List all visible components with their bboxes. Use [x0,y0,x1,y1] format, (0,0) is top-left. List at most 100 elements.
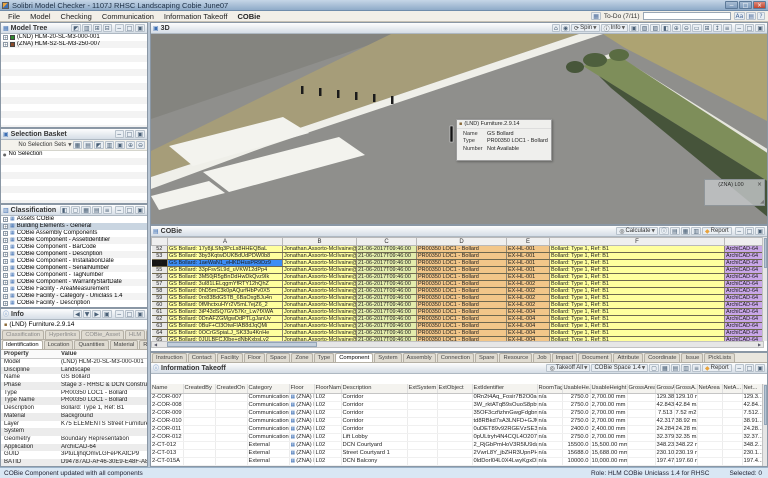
takeoff-column-header[interactable]: GrossArea [655,384,674,393]
cobie-column-header[interactable]: A [168,238,283,246]
collapse-all-icon[interactable]: ⊟ [103,24,112,32]
table-row[interactable]: 57GS Bollard: 3uI81LELqgmYfRTY12hQhZJona… [152,281,765,288]
cobie-cell[interactable]: 21-06-2017T09:46:00 [357,281,417,288]
table-row[interactable]: 2-CT-015AExternal▦(ZNA) L02L02DCN Balcon… [151,457,764,465]
cobie-cell[interactable]: Jonathan.Assorto-McIlvaine@hlma... [283,302,357,309]
cobie-cell[interactable]: EX-HL-002 [507,295,550,302]
list-item[interactable]: ●No Selection [1,151,147,158]
expander-icon[interactable]: + [3,273,8,278]
panel-minimize-button[interactable]: − [735,24,744,32]
panel-minimize-button[interactable]: − [735,364,744,372]
cobie-cell[interactable]: Bollard: Type 1, Ref: B1 [550,260,725,267]
cobie-cell[interactable]: ArchiCAD-64 [725,253,765,260]
menu-item-communication[interactable]: Communication [97,12,159,21]
tab-assembly[interactable]: Assembly [403,353,436,362]
cobie-cell[interactable]: EX-HL-004 [507,316,550,323]
cobie-cell[interactable]: Bollard: Type 1, Ref: B1 [550,330,725,337]
table-row[interactable]: 2-COR-012Communication▦(ZNA) L02L02Lift … [151,433,764,441]
takeoff-column-header[interactable]: NetArea [697,384,722,393]
zoom-in-icon[interactable]: ⊕ [672,24,681,32]
table-row[interactable]: 2-CT-015BExternal▦(ZNA) L02L02DCN Therap… [151,465,764,466]
next-icon[interactable]: ▶ [92,310,101,318]
panel-float-button[interactable]: ▣ [755,364,765,372]
cobie-cell[interactable]: ArchiCAD-64 [725,260,765,267]
expander-icon[interactable]: + [3,287,8,292]
save-icon[interactable]: ▤ [92,206,102,214]
tab-impact[interactable]: Impact [552,353,577,362]
cobie-cell[interactable]: Bollard: Type 1, Ref: B1 [550,253,725,260]
minimize-button[interactable]: − [725,1,738,9]
cobie-cell[interactable]: 63 [152,323,168,330]
panel-maximize-button[interactable]: □ [125,206,135,214]
cobie-cell[interactable]: Jonathan.Assorto-McIlvaine@hlma... [283,253,357,260]
cobie-cell[interactable]: GS Bollard: 3by3KqtwDUKBdUdPDW0b8 [168,253,283,260]
calculate-button[interactable]: ◎Calculate▼ [616,227,658,235]
cobie-cell[interactable]: ArchiCAD-64 [725,281,765,288]
expander-icon[interactable]: + [3,231,8,236]
render-solid-icon[interactable]: ▣ [629,24,639,32]
settings-icon[interactable]: ≡ [103,206,112,214]
cobie-cell[interactable]: 52 [152,246,168,253]
cobie-cell[interactable]: PR00350 LOC1 - Bollard [417,316,507,323]
cobie-cell[interactable]: 61 [152,309,168,316]
cobie-cell[interactable]: 21-06-2017T09:46:00 [357,274,417,281]
expander-icon[interactable]: + [3,301,8,306]
scroll-left-icon[interactable]: ◀ [152,342,159,347]
tab-cobie-asset[interactable]: COBie_Asset [81,330,124,339]
tab-instruction[interactable]: Instruction [152,353,187,362]
cobie-cell[interactable]: EX-HL-002 [507,288,550,295]
3d-viewport[interactable]: ▪ (LND) Furniture.2.9.14 NameGS Bollard … [151,34,767,224]
cobie-cell[interactable]: ArchiCAD-64 [725,316,765,323]
takeoff-column-header[interactable]: CreatedBy [183,384,215,393]
table-view-icon[interactable]: ▤ [671,364,681,372]
expander-icon[interactable]: + [3,42,8,47]
table-icon[interactable]: ▤ [83,141,93,149]
cobie-cell[interactable]: Jonathan.Assorto-McIlvaine@hlma... [283,309,357,316]
zoom-out-icon[interactable]: ⊖ [682,24,691,32]
cobie-cell[interactable]: GS Bollard: 0OCrGSpiaLJ_SK33u4KnHe [168,330,283,337]
cobie-cell[interactable]: ArchiCAD-64 [725,323,765,330]
table-row[interactable]: 62GS Bollard: 0DnAFZGMgwDdPTLgJanUvJonat… [152,316,765,323]
cobie-cell[interactable]: Bollard: Type 1, Ref: B1 [550,281,725,288]
info-mode-button[interactable]: ⓘInfo▼ [601,24,629,32]
cobie-cell[interactable]: 21-06-2017T09:46:00 [357,246,417,253]
classification-item[interactable]: +▦COBie Component - BarCode [1,244,147,251]
panel-maximize-button[interactable]: □ [745,227,755,235]
table-row[interactable]: 2-CT-012External▦(ZNA) L02L02DCN Courtya… [151,441,764,449]
cobie-cell[interactable]: GS Bollard: 0hD5mC3k0pAQurfHbPv0X5 [168,288,283,295]
cobie-column-header[interactable]: D [417,238,507,246]
zoom-fit-icon[interactable]: ⊞ [703,24,712,32]
tab-spare[interactable]: Spare [475,353,498,362]
cobie-cell[interactable]: EX-HL-004 [507,323,550,330]
table-row[interactable]: 2-COR-009Communication▦(ZNA) L02L02Corri… [151,409,764,417]
cobie-cell[interactable]: 53 [152,253,168,260]
tab-contact[interactable]: Contact [188,353,216,362]
cobie-column-header[interactable]: B [283,238,357,246]
tab-floor[interactable]: Floor [244,353,265,362]
expander-icon[interactable]: + [3,217,8,222]
cobie-cell[interactable]: PR00350 LOC1 - Bollard [417,302,507,309]
classification-item[interactable]: +▦COBie Facility - Description [1,300,147,307]
classification-item[interactable]: +▦COBie Component - Description [1,251,147,258]
cobie-cell[interactable]: PR00350 LOC1 - Bollard [417,246,507,253]
todo-counter[interactable]: To-Do (7/11) [604,13,640,20]
spin-button[interactable]: ⟳Spin▼ [571,24,600,32]
info-icon[interactable]: ⓘ [659,227,669,235]
cobie-cell[interactable]: Jonathan.Assorto-McIlvaine@hlma... [283,316,357,323]
takeoff-column-header[interactable]: UsableHeight [590,384,627,393]
cobie-cell[interactable]: GS Bollard: 0BuF+Cl3OtwFIAB8dJqQMi [168,323,283,330]
takeoff-report-button[interactable]: ◆Report [702,364,732,372]
panel-maximize-button[interactable]: □ [125,130,135,138]
open-takeoff-icon[interactable]: ▦ [660,364,670,372]
classification-item[interactable]: +▦COBie Component - TagNumber [1,272,147,279]
takeoff-column-header[interactable]: Description [341,384,407,393]
search-input[interactable] [643,12,731,20]
table-row[interactable]: 56GS Bollard: 3M50jR5gBnDdHwDkQvz9IkJona… [152,274,765,281]
cobie-cell[interactable]: Bollard: Type 1, Ref: B1 [550,309,725,316]
tab-component[interactable]: Component [335,353,373,362]
table-row[interactable]: 2-COR-011Communication▦(ZNA) L02L02Corri… [151,425,764,433]
cobie-cell[interactable]: ArchiCAD-64 [725,330,765,337]
table-row[interactable]: 61GS Bollard: 3iP43dSQ7GV57Kr_Lw7fXWAJon… [152,309,765,316]
panel-maximize-button[interactable]: □ [745,364,755,372]
cobie-cell[interactable]: GS Bollard: 1aeWaN1_eHKDHusPR9Dz9 [168,260,283,267]
